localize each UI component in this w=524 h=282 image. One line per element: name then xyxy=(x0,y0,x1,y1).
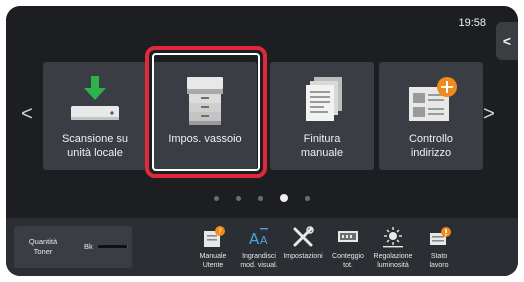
address-check-icon xyxy=(409,77,457,121)
prev-page-arrow[interactable]: < xyxy=(18,102,36,126)
brightness-button[interactable]: Regolazione luminosità xyxy=(371,220,415,274)
tile-address-check[interactable]: Controllo indirizzo xyxy=(379,62,483,170)
page-dot xyxy=(258,196,263,201)
total-count-button[interactable]: Conteggio tot. xyxy=(326,220,370,274)
bottom-label-line1: Stato xyxy=(430,253,448,260)
tile-label-line2: indirizzo xyxy=(410,147,452,159)
toner-label-line2: Toner xyxy=(33,247,53,256)
brightness-icon xyxy=(383,227,403,248)
svg-text:?: ? xyxy=(218,228,222,236)
tile-scan-to-local-drive[interactable]: Scansione su unità locale xyxy=(43,62,147,170)
svg-text:A: A xyxy=(260,234,268,247)
enlarge-display-button[interactable]: A A Ingrandisci mod. visual. xyxy=(237,220,281,274)
focus-outline xyxy=(152,53,260,171)
tile-label-line1: Finitura xyxy=(303,133,341,145)
status-bar: 19:58 xyxy=(6,6,518,46)
settings-tools-icon xyxy=(293,226,314,247)
scan-to-local-drive-icon xyxy=(71,76,119,120)
tile-label-line2: manuale xyxy=(300,147,344,159)
user-manual-icon: ? xyxy=(204,226,225,247)
toner-color-label: Bk xyxy=(84,242,93,251)
bottom-bar: Quantità Toner Bk ? Manuale Utente A A I… xyxy=(6,218,518,276)
control-panel-screen: 19:58 < < > Scansione su unità locale Im… xyxy=(6,6,518,276)
job-status-button[interactable]: Stato lavoro xyxy=(417,220,461,274)
svg-text:A: A xyxy=(249,230,260,248)
toner-label-line1: Quantità xyxy=(28,237,58,246)
bottom-label-line2: mod. visual. xyxy=(240,262,278,269)
clock: 19:58 xyxy=(458,17,486,29)
page-indicator xyxy=(6,194,518,204)
toner-level-fill xyxy=(98,245,127,248)
job-status-icon xyxy=(430,227,451,245)
bottom-label-line2: lavoro xyxy=(429,262,449,269)
chevron-left-icon: < xyxy=(502,33,512,49)
tile-label-line1: Scansione su xyxy=(61,133,129,145)
page-dot-active xyxy=(280,194,288,202)
user-manual-button[interactable]: ? Manuale Utente xyxy=(191,220,235,274)
page-dot xyxy=(305,196,310,201)
page-dot xyxy=(236,196,241,201)
settings-button[interactable]: Impostazioni xyxy=(281,220,325,274)
chevron-left-icon: < xyxy=(21,102,33,125)
enlarge-display-icon: A A xyxy=(249,228,268,248)
chevron-right-icon: > xyxy=(483,102,495,125)
bottom-label-line1: Manuale xyxy=(199,253,227,260)
tile-manual-finishing[interactable]: Finitura manuale xyxy=(270,62,374,170)
toner-level-panel[interactable]: Quantità Toner Bk xyxy=(14,226,132,268)
side-panel-tab[interactable]: < xyxy=(496,22,518,60)
tile-label-line1: Controllo xyxy=(408,133,454,145)
page-dot xyxy=(214,196,219,201)
bottom-label-line2: Utente xyxy=(202,262,224,269)
toner-level-bar xyxy=(98,245,128,248)
manual-finishing-icon xyxy=(306,77,342,121)
tile-label-line2: unità locale xyxy=(67,147,123,159)
bottom-label-line2: luminosità xyxy=(377,262,409,269)
total-count-icon xyxy=(338,231,358,242)
bottom-label-line1: Regolazione xyxy=(373,253,413,260)
